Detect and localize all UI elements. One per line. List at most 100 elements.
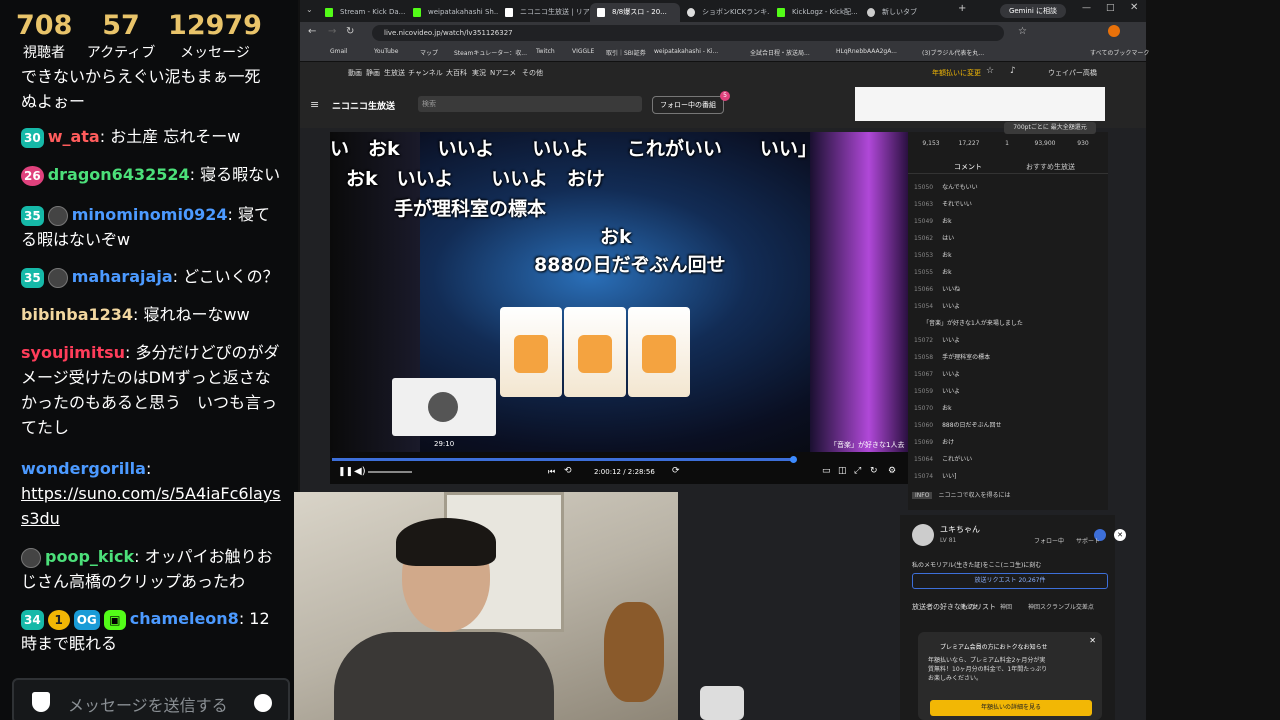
bookmark[interactable]: マップ	[420, 48, 438, 57]
streamer-avatar[interactable]	[912, 524, 934, 546]
promo-button[interactable]: 年額払いの詳細を見る	[930, 700, 1092, 716]
chat-username[interactable]: poop_kick	[45, 547, 134, 566]
nav-link[interactable]: 動画	[348, 68, 362, 78]
tab-active[interactable]: 8/8爆スロ - 20...	[590, 3, 680, 22]
chat-username[interactable]: chameleon8	[130, 609, 239, 628]
tab[interactable]: KickLogz - Kick配...	[770, 3, 860, 22]
comment-row[interactable]: 15053 おk	[914, 250, 952, 259]
streamer-name[interactable]: ユキちゃん	[940, 524, 980, 535]
comment-toggle-icon[interactable]: ▭	[822, 466, 831, 476]
comment-row[interactable]: 15064 これがいい	[914, 454, 972, 463]
fullscreen-icon[interactable]: ⤢	[854, 466, 861, 476]
x-share-icon[interactable]: ✕	[1114, 529, 1126, 541]
bookmark[interactable]: 全試合日程・放送局...	[750, 48, 810, 57]
follow-list-button[interactable]: フォロー中の番組	[652, 96, 724, 114]
comment-row[interactable]: 15063 それでいい	[914, 199, 972, 208]
comment-row[interactable]: 15072 いいよ	[914, 335, 960, 344]
tab[interactable]: Stream - Kick Da...	[318, 3, 406, 22]
comment-row[interactable]: 15049 おk	[914, 216, 952, 225]
premium-link[interactable]: 年額払いに変更	[932, 68, 981, 78]
minimize-icon[interactable]: —	[1082, 3, 1091, 13]
chat-username[interactable]: w_ata	[48, 127, 100, 146]
comment-row[interactable]: 15054 いいよ	[914, 301, 960, 310]
search-input[interactable]: 検索	[418, 96, 642, 112]
chat-username[interactable]: minominomi0924	[72, 205, 228, 224]
info-bar[interactable]: INFO ニコニコで収入を得るには	[912, 490, 1104, 502]
tab[interactable]: 新しいタブ	[860, 3, 950, 22]
point-banner[interactable]: 700ptごとに 最大全額還元	[1004, 122, 1096, 134]
tab[interactable]: ショボンKICKランキ...	[680, 3, 770, 22]
follow-button[interactable]: フォロー中	[1034, 536, 1064, 545]
support-button[interactable]: サポート	[1076, 536, 1100, 545]
chat-username[interactable]: wondergorilla	[21, 459, 146, 478]
comment-row[interactable]: 15050 なんでもいい	[914, 182, 978, 191]
comment-row[interactable]: 15070 おk	[914, 403, 952, 412]
comment-row[interactable]: 15062 はい	[914, 233, 954, 242]
star-icon[interactable]: ☆	[1018, 26, 1027, 37]
bell-icon[interactable]: ♪	[1010, 66, 1016, 76]
comment-row[interactable]: 15055 おk	[914, 267, 952, 276]
emoji-icon[interactable]	[254, 694, 272, 712]
pip-icon[interactable]: ◫	[838, 466, 847, 476]
close-icon[interactable]: ✕	[1089, 636, 1096, 645]
bookmark[interactable]: Twitch	[536, 48, 555, 55]
nav-link[interactable]: 静画	[366, 68, 380, 78]
bookmark-star-icon[interactable]: ☆	[986, 66, 994, 76]
shield-icon[interactable]	[32, 692, 50, 712]
nav-link[interactable]: 実況	[472, 68, 486, 78]
ad-banner[interactable]	[855, 87, 1105, 121]
replay-icon[interactable]: ⟲	[564, 466, 572, 476]
back-icon[interactable]: ←	[308, 26, 316, 37]
nav-link[interactable]: 大百科	[446, 68, 467, 78]
comment-row[interactable]: 15058 手が理科室の標本	[914, 352, 990, 361]
bookmark[interactable]: weipatakahashi - Ki...	[654, 48, 718, 55]
video-player[interactable]: い おk いいよ いいよ これがいい いい」 おk いいよ いいよ おけ 手が理…	[330, 132, 908, 452]
close-icon[interactable]: ✕	[1130, 2, 1138, 13]
new-tab-icon[interactable]: +	[958, 3, 966, 14]
volume-icon[interactable]: ◀)	[354, 466, 366, 477]
chat-username[interactable]: maharajaja	[72, 267, 173, 286]
bookmark[interactable]: HLqRnebbAAA2gA...	[836, 48, 897, 55]
tab[interactable]: ニコニコ生放送 | リア...	[498, 3, 590, 22]
comment-row[interactable]: 「音楽」が好きな1人が来場しました	[914, 318, 1023, 327]
nav-link[interactable]: チャンネル	[408, 68, 443, 78]
bookmark[interactable]: YouTube	[374, 48, 398, 55]
chat-messages[interactable]: できないからえぐい泥もまぁ一死 ぬよぉー 30 w_ata: お土産 忘れそーw …	[0, 62, 298, 672]
comment-row[interactable]: 15060 888の日だぞぶん回せ	[914, 420, 1002, 429]
user-name[interactable]: ウェイパー高橋	[1048, 68, 1097, 78]
volume-slider[interactable]	[368, 471, 412, 473]
url-field[interactable]: live.nicovideo.jp/watch/lv351126327	[372, 25, 1004, 41]
settings-icon[interactable]: ⚙	[888, 466, 896, 476]
comment-row[interactable]: 15074 いい]	[914, 471, 956, 480]
comment-row[interactable]: 15066 いいね	[914, 284, 960, 293]
comment-row[interactable]: 15059 いいよ	[914, 386, 960, 395]
request-button[interactable]: 放送リクエスト 20,267件	[912, 573, 1108, 589]
rewind-icon[interactable]: ⏮	[548, 467, 555, 477]
comment-row[interactable]: 15067 いいよ	[914, 369, 960, 378]
refresh-icon[interactable]: ⟳	[672, 466, 680, 476]
reload-stream-icon[interactable]: ↻	[870, 466, 878, 476]
bookmark[interactable]: Steamキュレーター：収...	[454, 48, 527, 57]
bookmark[interactable]: 取引｜SBI証券	[606, 48, 646, 57]
profile-avatar[interactable]	[1108, 25, 1120, 37]
bookmark[interactable]: すべてのブックマーク	[1090, 48, 1149, 57]
comment-row[interactable]: 15069 おけ	[914, 437, 954, 446]
pause-icon[interactable]: ❚❚	[338, 467, 353, 477]
tab-recommended[interactable]: おすすめ生放送	[1026, 162, 1075, 172]
bookmark[interactable]: (3)ブラジル代表を丸...	[922, 48, 984, 57]
seek-handle[interactable]	[790, 456, 797, 463]
chat-username[interactable]: bibinba1234	[21, 305, 133, 324]
maximize-icon[interactable]: □	[1106, 3, 1115, 13]
forward-icon[interactable]: →	[328, 26, 336, 37]
menu-icon[interactable]: ≡	[310, 98, 319, 111]
bookmark[interactable]: Gmail	[330, 48, 348, 55]
tab-search-icon[interactable]: ⌄	[306, 5, 313, 14]
bookmark[interactable]: VIGGLE	[572, 48, 594, 55]
tab-comments[interactable]: コメント	[954, 162, 982, 172]
nav-link[interactable]: Nアニメ	[490, 68, 516, 78]
nav-link[interactable]: 生放送	[384, 68, 405, 78]
nav-link[interactable]: その他	[522, 68, 543, 78]
reload-icon[interactable]: ↻	[346, 26, 354, 37]
tab[interactable]: weipatakahashi Sh...	[406, 3, 498, 22]
niconico-logo[interactable]: ニコニコ生放送	[332, 99, 395, 112]
